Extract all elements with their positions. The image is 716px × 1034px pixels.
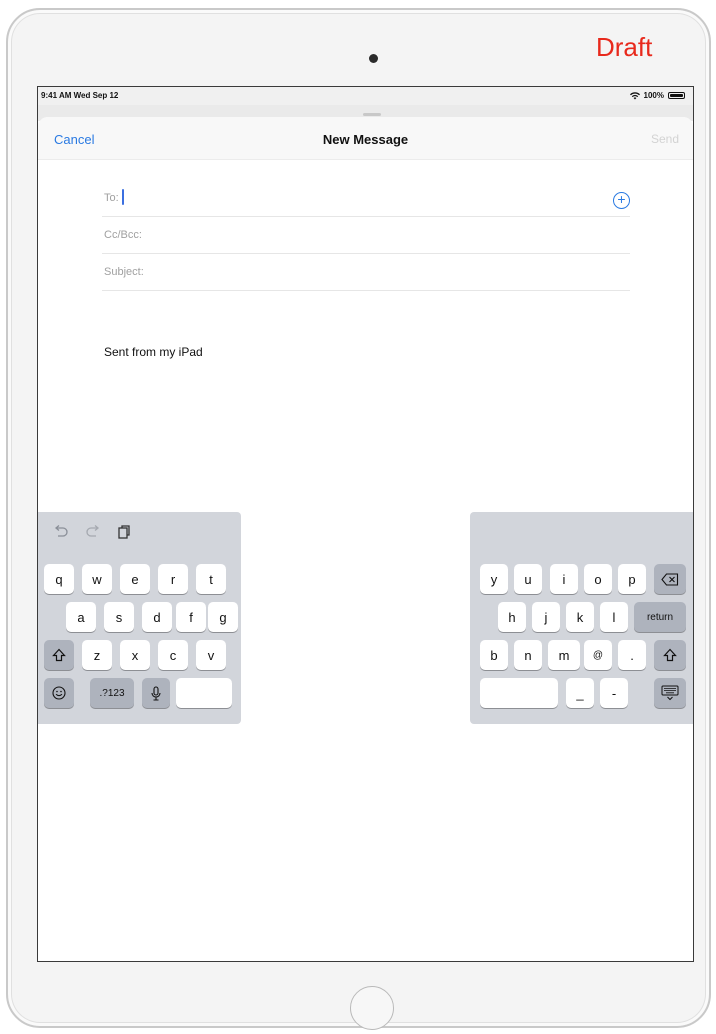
key-t[interactable]: t [196, 564, 226, 594]
front-camera [369, 54, 378, 63]
keyboard-dismiss-icon [661, 685, 679, 701]
key-s[interactable]: s [104, 602, 134, 632]
key-n[interactable]: n [514, 640, 542, 670]
key-at[interactable]: @ [584, 640, 612, 670]
key-m[interactable]: m [548, 640, 580, 670]
key-l[interactable]: l [600, 602, 628, 632]
nav-bar: Cancel New Message Send [38, 117, 693, 160]
key-p[interactable]: p [618, 564, 646, 594]
key-d[interactable]: d [142, 602, 172, 632]
key-o[interactable]: o [584, 564, 612, 594]
message-body[interactable]: Sent from my iPad [104, 345, 203, 359]
cc-bcc-label: Cc/Bcc: [104, 229, 142, 241]
battery-icon [668, 92, 685, 99]
key-f[interactable]: f [176, 602, 206, 632]
plus-circle-icon[interactable]: + [613, 192, 630, 209]
shift-icon [52, 648, 66, 662]
to-field[interactable]: To: [102, 180, 630, 217]
key-u[interactable]: u [514, 564, 542, 594]
battery-percent: 100% [643, 91, 664, 100]
key-b[interactable]: b [480, 640, 508, 670]
key-k[interactable]: k [566, 602, 594, 632]
cc-bcc-field[interactable]: Cc/Bcc: [102, 217, 630, 254]
nav-title: New Message [322, 132, 409, 147]
hide-keyboard-key[interactable] [654, 678, 686, 708]
key-y[interactable]: y [480, 564, 508, 594]
wifi-icon [629, 91, 640, 99]
key-x[interactable]: x [120, 640, 150, 670]
key-hyphen[interactable]: - [600, 678, 628, 708]
space-key-left[interactable] [176, 678, 232, 708]
key-a[interactable]: a [66, 602, 96, 632]
key-c[interactable]: c [158, 640, 188, 670]
home-button[interactable] [350, 986, 394, 1030]
to-label: To: [104, 192, 119, 204]
shift-key[interactable] [44, 640, 74, 670]
key-v[interactable]: v [196, 640, 226, 670]
draft-label: Draft [596, 32, 653, 62]
microphone-icon [151, 685, 161, 701]
key-period[interactable]: . [618, 640, 646, 670]
compose-sheet: Cancel New Message Send To: + Cc/Bcc: Su… [38, 117, 693, 961]
key-z[interactable]: z [82, 640, 112, 670]
key-underscore[interactable]: _ [566, 678, 594, 708]
key-w[interactable]: w [82, 564, 112, 594]
sheet-grabber[interactable] [363, 113, 381, 116]
key-i[interactable]: i [550, 564, 578, 594]
key-e[interactable]: e [120, 564, 150, 594]
delete-key[interactable] [654, 564, 686, 594]
space-key-right[interactable] [480, 678, 558, 708]
key-q[interactable]: q [44, 564, 74, 594]
subject-label: Subject: [104, 266, 144, 278]
undo-icon[interactable] [53, 525, 69, 539]
redo-icon[interactable] [85, 525, 101, 539]
shift-key-right[interactable] [654, 640, 686, 670]
paste-icon[interactable] [117, 524, 131, 540]
emoji-icon [52, 686, 66, 700]
status-time-date: 9:41 AM Wed Sep 12 [41, 91, 119, 100]
status-right: 100% [629, 91, 685, 100]
delete-icon [661, 572, 679, 586]
key-r[interactable]: r [158, 564, 188, 594]
keyboard-right-half: y u i o p h j k l return b n m @ . _ - [470, 512, 693, 724]
shift-icon [663, 648, 677, 662]
keyboard-shortcut-bar [38, 512, 131, 552]
dictation-key[interactable] [142, 678, 170, 708]
return-key[interactable]: return [634, 602, 686, 632]
emoji-key[interactable] [44, 678, 74, 708]
text-cursor [122, 189, 124, 205]
key-g[interactable]: g [208, 602, 238, 632]
subject-field[interactable]: Subject: [102, 254, 630, 291]
status-bar: 9:41 AM Wed Sep 12 100% [38, 87, 693, 105]
numbers-key[interactable]: .?123 [90, 678, 134, 708]
send-button[interactable]: Send [651, 132, 679, 146]
screen: 9:41 AM Wed Sep 12 100% Cancel New Messa… [37, 86, 694, 962]
key-j[interactable]: j [532, 602, 560, 632]
keyboard-left-half: q w e r t a s d f g z x c v .?123 [38, 512, 241, 724]
key-h[interactable]: h [498, 602, 526, 632]
